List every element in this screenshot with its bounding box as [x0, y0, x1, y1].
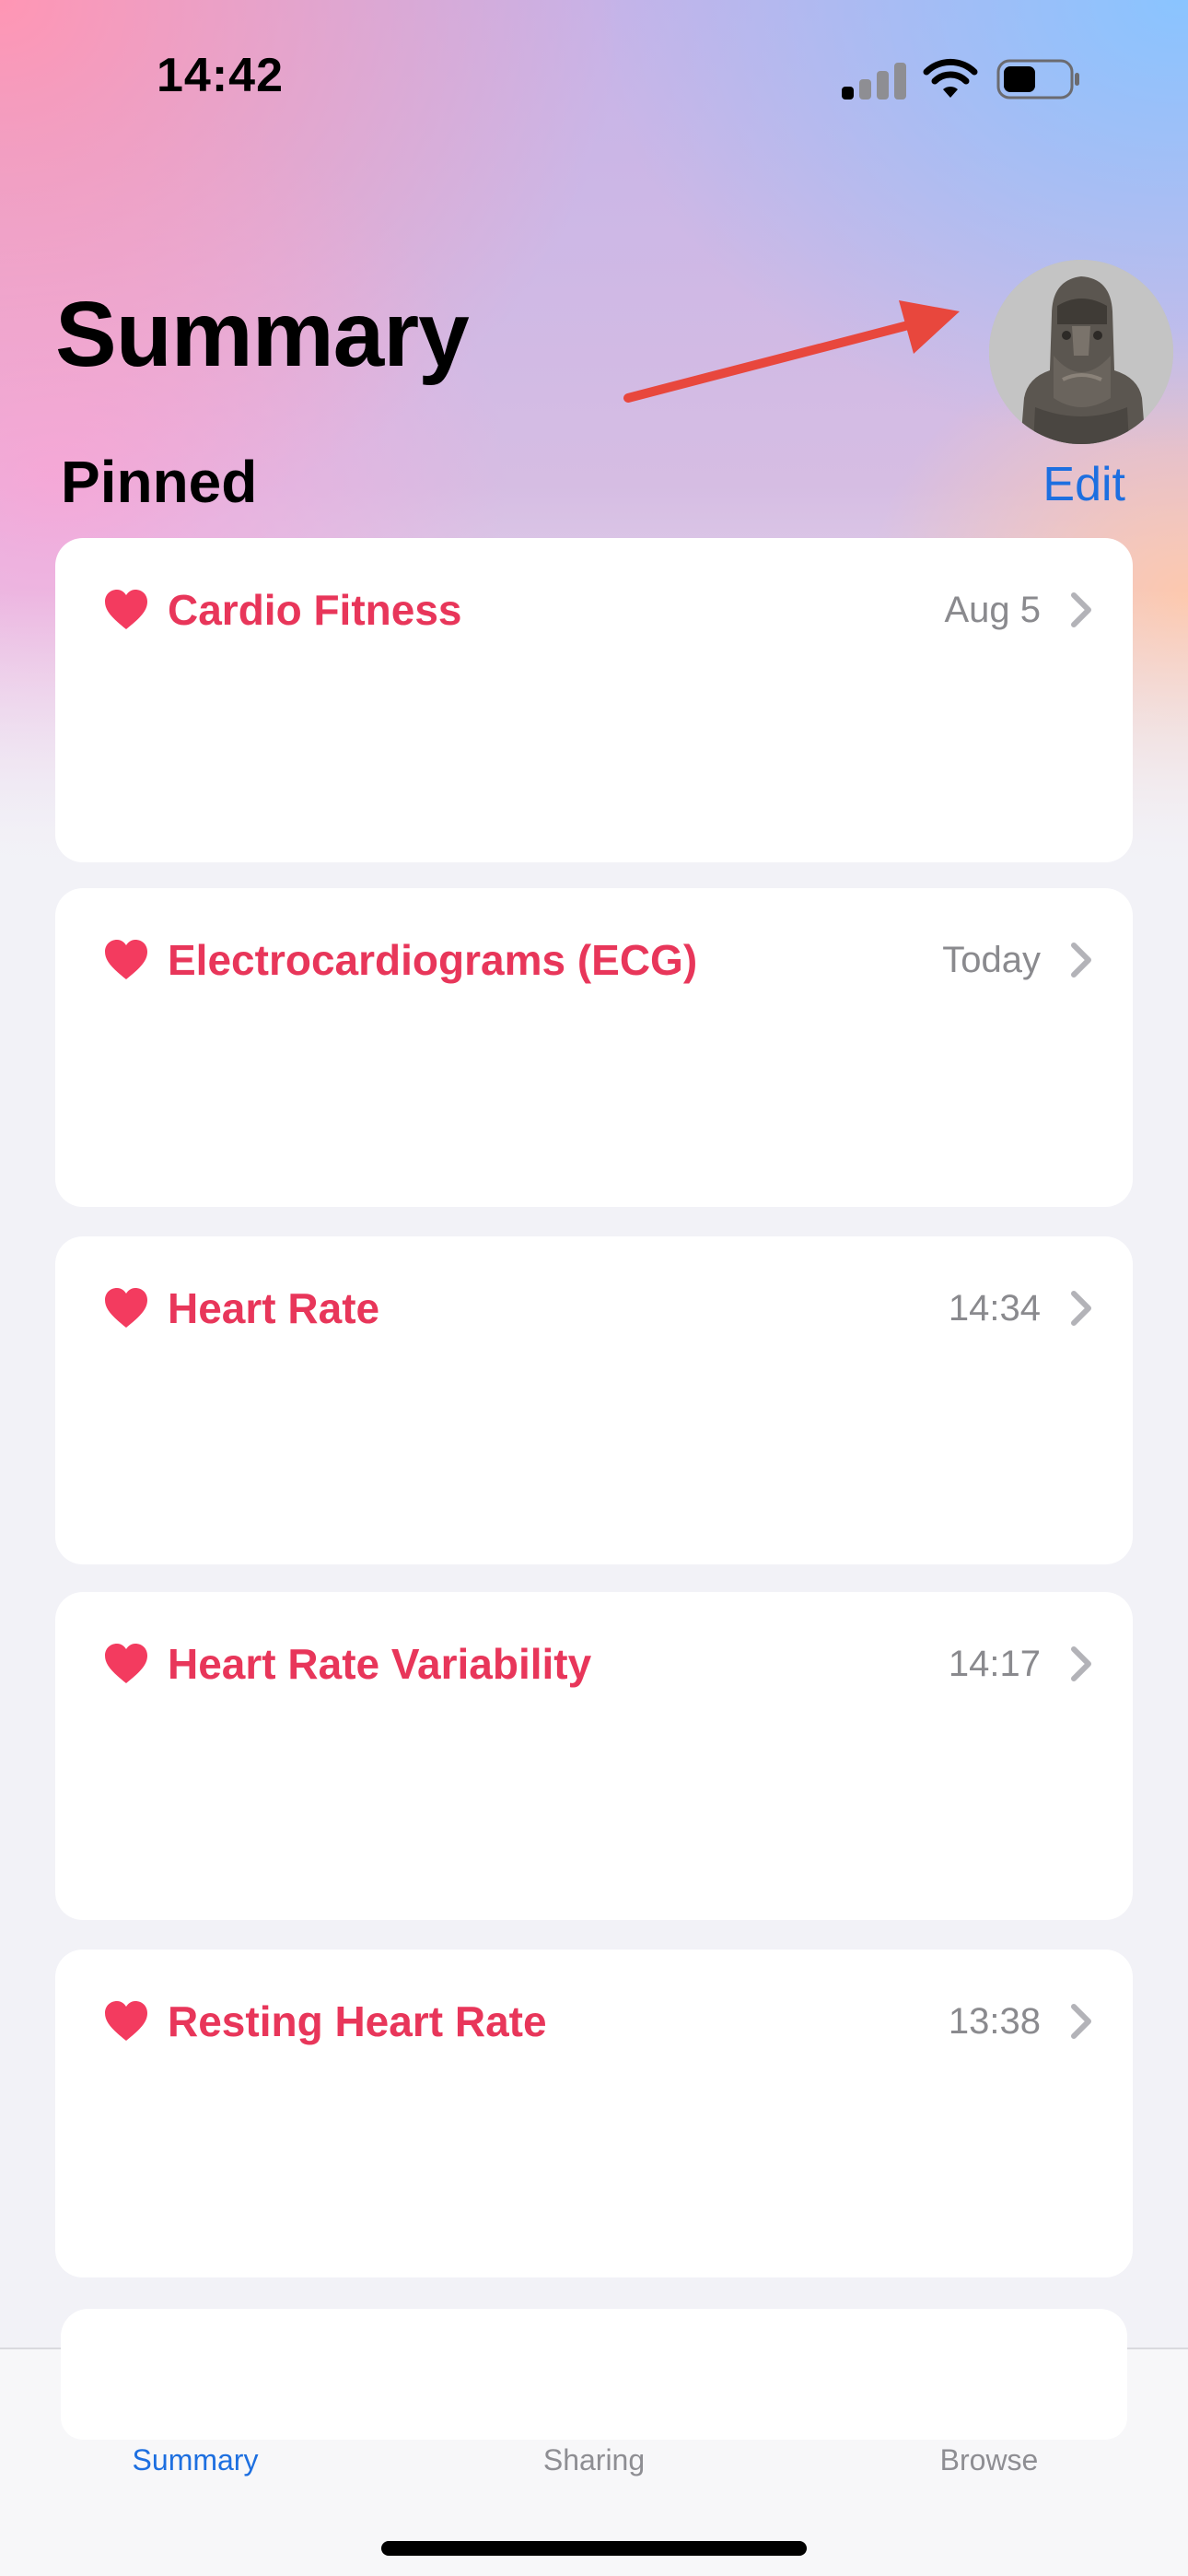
chevron-right-icon	[1071, 592, 1091, 627]
card-timestamp: Today	[942, 939, 1041, 980]
pinned-card-cardio-fitness[interactable]: Cardio Fitness Aug 5	[55, 538, 1133, 862]
tab-summary[interactable]: Summary	[57, 2443, 333, 2477]
heart-icon	[105, 1288, 147, 1328]
card-title: Resting Heart Rate	[168, 1997, 547, 2045]
tab-sharing[interactable]: Sharing	[456, 2443, 732, 2477]
chevron-right-icon	[1071, 2004, 1091, 2039]
tab-browse[interactable]: Browse	[851, 2443, 1127, 2477]
pinned-card-heart-rate[interactable]: Heart Rate 14:34	[55, 1236, 1133, 1564]
battery-icon	[996, 59, 1079, 100]
pinned-card-resting-heart-rate[interactable]: Resting Heart Rate 13:38	[55, 1950, 1133, 2277]
cellular-signal-icon	[842, 59, 906, 100]
status-time: 14:42	[157, 49, 284, 102]
pinned-section-title: Pinned	[61, 449, 258, 515]
profile-photo-icon	[989, 260, 1173, 444]
chevron-right-icon	[1071, 1646, 1091, 1681]
card-timestamp: Aug 5	[944, 589, 1041, 630]
page-title: Summary	[55, 283, 470, 386]
health-summary-screen: 14:42 Summary Pinned Edit Cardio Fitness…	[0, 0, 1188, 2576]
pinned-card-ecg[interactable]: Electrocardiograms (ECG) Today	[55, 888, 1133, 1207]
pinned-card-heart-rate-variability[interactable]: Heart Rate Variability 14:17	[55, 1592, 1133, 1920]
home-indicator[interactable]	[381, 2541, 807, 2556]
card-title: Heart Rate Variability	[168, 1640, 592, 1688]
card-timestamp: 14:34	[948, 1287, 1041, 1329]
heart-icon	[105, 1644, 147, 1683]
chevron-right-icon	[1071, 1291, 1091, 1326]
heart-icon	[105, 2001, 147, 2041]
profile-avatar-button[interactable]	[989, 260, 1173, 444]
card-timestamp: 14:17	[948, 1643, 1041, 1684]
card-title: Heart Rate	[168, 1284, 380, 1332]
card-title: Electrocardiograms (ECG)	[168, 936, 698, 984]
heart-icon	[105, 590, 147, 629]
annotation-arrow	[623, 300, 960, 403]
card-timestamp: 13:38	[948, 2000, 1041, 2042]
tab-bar-overlay-card	[61, 2348, 1127, 2440]
wifi-icon	[923, 58, 978, 98]
edit-pinned-button[interactable]: Edit	[1042, 457, 1125, 512]
card-title: Cardio Fitness	[168, 586, 462, 634]
heart-icon	[105, 940, 147, 979]
chevron-right-icon	[1071, 943, 1091, 978]
